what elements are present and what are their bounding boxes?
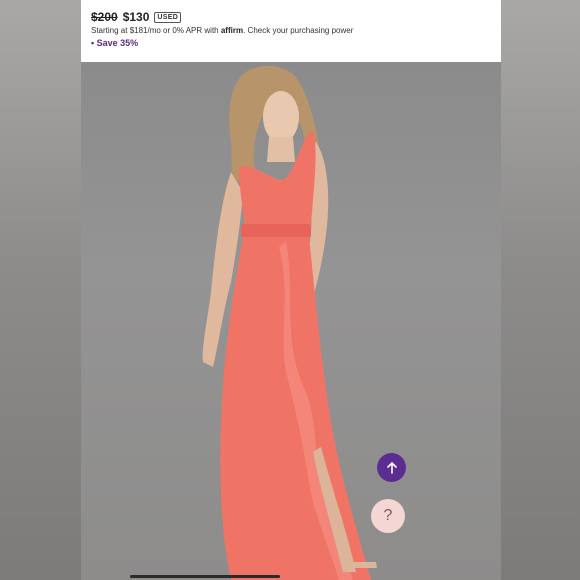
home-indicator (130, 575, 280, 578)
scroll-to-top-button[interactable] (377, 453, 406, 482)
listing-card: $200 $130 USED Starting at $181/mo or 0%… (81, 0, 501, 580)
financing-suffix[interactable]: . Check your purchasing power (243, 26, 353, 35)
discount-text: • Save 35% (91, 38, 139, 48)
price-header: $200 $130 USED Starting at $181/mo or 0%… (81, 0, 501, 62)
condition-badge: USED (154, 11, 182, 23)
financing-prefix: Starting at $181/mo or 0% APR with (91, 26, 219, 35)
help-button[interactable]: ? (371, 499, 405, 533)
current-price: $130 (122, 10, 150, 24)
original-price: $200 (91, 10, 118, 24)
blurred-background-left (0, 0, 81, 580)
financing-text[interactable]: Starting at $181/mo or 0% APR with affir… (91, 26, 353, 35)
product-photo (81, 62, 501, 580)
price-row: $200 $130 USED (91, 10, 182, 24)
arrow-up-icon (386, 461, 397, 474)
dress-illustration (202, 65, 377, 580)
question-icon: ? (383, 507, 393, 524)
blurred-background-right (501, 0, 580, 580)
affirm-logo: affirm (220, 26, 244, 35)
